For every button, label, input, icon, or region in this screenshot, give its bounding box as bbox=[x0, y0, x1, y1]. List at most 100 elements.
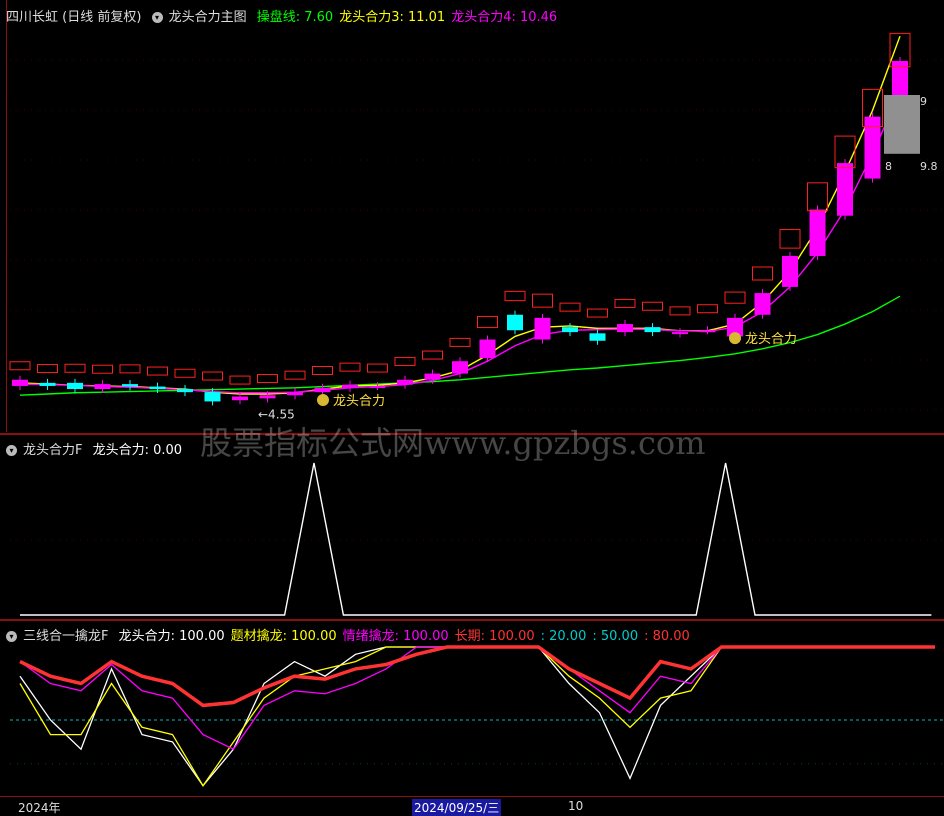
series-line-情绪擒龙 bbox=[19, 646, 935, 751]
formula-menu-icon[interactable]: ▾ bbox=[6, 445, 17, 456]
series-line-龙头合力 bbox=[20, 462, 932, 616]
money-bag-icon bbox=[729, 332, 741, 345]
line-chart-3 bbox=[10, 645, 944, 787]
red-box-marker bbox=[642, 301, 663, 311]
candlestick-chart: ←4.55龙头合力龙头合力8 9.89 bbox=[9, 32, 944, 422]
candle-body bbox=[864, 116, 881, 179]
candle-body bbox=[94, 384, 111, 390]
red-box-marker bbox=[669, 306, 691, 316]
candle-body bbox=[699, 330, 716, 333]
series-line-龙头合力 bbox=[19, 646, 935, 787]
candle-body bbox=[342, 384, 358, 388]
candle-body bbox=[369, 385, 386, 388]
money-bag-icon bbox=[317, 394, 329, 406]
axis-cursor-date: 2024/09/25/三 bbox=[412, 799, 502, 816]
candle-body bbox=[232, 396, 248, 401]
red-box-marker bbox=[9, 361, 31, 371]
red-box-marker bbox=[394, 357, 416, 367]
series-line-题材擒龙 bbox=[19, 646, 935, 787]
formula-name[interactable]: 龙头合力F bbox=[23, 443, 82, 458]
legend-item-3: 长期: 100.00 bbox=[454, 629, 535, 644]
red-box-marker bbox=[257, 374, 278, 384]
panel3-header: ▾ 三线合一擒龙F 龙头合力: 100.00 题材擒龙: 100.00 情绪擒龙: 1… bbox=[6, 625, 702, 644]
candle-body bbox=[67, 382, 83, 390]
candle-body bbox=[287, 392, 303, 396]
red-box-marker bbox=[477, 315, 498, 329]
red-box-marker bbox=[37, 364, 58, 374]
red-box-marker bbox=[229, 375, 251, 385]
red-box-marker bbox=[174, 368, 196, 378]
candle-body bbox=[39, 382, 56, 386]
formula-name[interactable]: 三线合一擒龙F bbox=[23, 629, 108, 644]
red-box-marker bbox=[532, 293, 553, 308]
candle-body bbox=[397, 379, 413, 385]
candle-body bbox=[644, 327, 661, 333]
stock-title[interactable]: 四川长虹 (日线 前复权) bbox=[6, 10, 141, 25]
candle-body bbox=[314, 387, 331, 393]
candle-body bbox=[204, 392, 221, 402]
red-box-marker bbox=[367, 363, 388, 373]
price-tag-label: 8 bbox=[885, 160, 892, 173]
legend-item-4: : 20.00 bbox=[540, 629, 587, 644]
legend-item: 龙头合力: 100.00 题材擒龙: 100.00 情绪擒龙: 100.00 长期: … bbox=[119, 629, 696, 644]
legend-item-1: 龙头合力3: 11.01 bbox=[339, 10, 446, 25]
red-box-marker bbox=[587, 308, 608, 318]
candle-body bbox=[149, 386, 166, 390]
red-box-marker bbox=[284, 370, 306, 380]
series-line-长期 bbox=[19, 645, 935, 708]
candle-body bbox=[122, 384, 138, 387]
price-tag-label: 9 bbox=[920, 95, 927, 108]
candle-body bbox=[479, 339, 496, 359]
main-price-panel[interactable]: ←4.55 龙头合力 龙头合力 8 9.8 9 四川长虹 (日线 前复权) ▾ 龙头合力主图… bbox=[0, 0, 944, 432]
axis-day: 10 bbox=[568, 799, 584, 813]
legend-item-6: : 80.00 bbox=[644, 629, 690, 644]
formula-menu-icon[interactable]: ▾ bbox=[151, 12, 163, 23]
marker-label: 龙头合力 bbox=[745, 332, 797, 347]
candle-body bbox=[837, 163, 853, 216]
red-box-marker bbox=[724, 291, 746, 304]
red-box-marker bbox=[119, 364, 141, 374]
legend-item: 龙头合力: 0.00 bbox=[93, 443, 188, 458]
red-box-marker bbox=[504, 290, 526, 302]
legend-item-5: : 50.00 bbox=[592, 629, 639, 644]
legend-item-0: 龙头合力: 100.00 bbox=[118, 629, 225, 644]
axis-year: 2024年 bbox=[18, 801, 61, 815]
candle-body bbox=[617, 324, 633, 333]
indicator-panel-3[interactable]: ▾ 三线合一擒龙F 龙头合力: 100.00 题材擒龙: 100.00 情绪擒龙: 1… bbox=[0, 619, 944, 797]
formula-name[interactable]: 龙头合力主图 bbox=[169, 10, 247, 25]
legend-item-2: 龙头合力4: 10.46 bbox=[451, 10, 558, 25]
red-box-marker bbox=[202, 371, 223, 381]
red-box-marker bbox=[312, 366, 333, 376]
candle-body bbox=[809, 209, 826, 256]
red-box-marker bbox=[422, 350, 443, 360]
candle-body bbox=[177, 389, 193, 393]
red-box-marker bbox=[92, 364, 113, 374]
candle-body bbox=[754, 293, 771, 315]
panel1-header: 四川长虹 (日线 前复权) ▾ 龙头合力主图 操盘线: 7.60 龙头合力3: 11… bbox=[6, 6, 569, 25]
candle-body bbox=[672, 332, 688, 335]
legend-item-2: 情绪擒龙: 100.00 bbox=[342, 629, 449, 644]
candle-body bbox=[589, 333, 606, 341]
gray-block bbox=[884, 95, 920, 154]
legend-item-0: 操盘线: 7.60 bbox=[256, 10, 334, 25]
red-box-marker bbox=[339, 362, 361, 372]
panel2-header: ▾ 龙头合力F 龙头合力: 0.00 bbox=[6, 439, 194, 458]
candle-body bbox=[452, 361, 468, 374]
formula-menu-icon[interactable]: ▾ bbox=[6, 631, 17, 642]
legend-item-1: 题材擒龙: 100.00 bbox=[230, 629, 337, 644]
candle-body bbox=[259, 395, 276, 399]
red-box-marker bbox=[64, 363, 86, 373]
red-box-marker bbox=[779, 229, 801, 249]
time-axis: 2024年 2024/09/25/三 10 bbox=[0, 796, 944, 816]
candle-body bbox=[507, 314, 523, 331]
price-tag-label: 9.8 bbox=[920, 160, 938, 173]
red-box-marker bbox=[614, 298, 636, 308]
candle-body bbox=[534, 317, 551, 340]
candle-body bbox=[562, 327, 578, 333]
legend-item-0: 龙头合力: 0.00 bbox=[92, 443, 183, 458]
red-box-marker bbox=[147, 366, 168, 376]
marker-label: 龙头合力 bbox=[333, 394, 385, 409]
legend-item: 操盘线: 7.60 龙头合力3: 11.01 龙头合力4: 10.46 bbox=[257, 10, 563, 25]
candle-body bbox=[782, 255, 798, 287]
red-box-marker bbox=[449, 337, 471, 347]
